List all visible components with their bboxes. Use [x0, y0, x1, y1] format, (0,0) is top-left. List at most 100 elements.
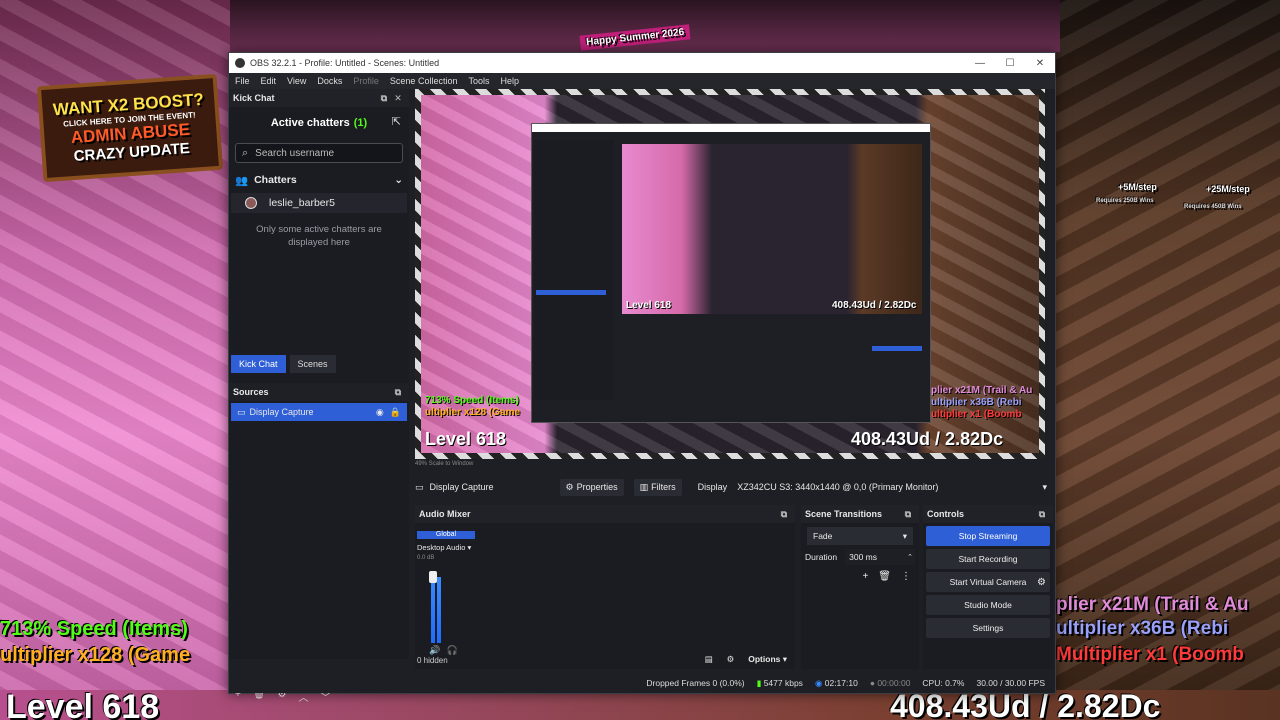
tab-scenes[interactable]: Scenes — [289, 355, 336, 373]
undock-icon[interactable]: ⧉ — [1035, 509, 1049, 520]
spinner-icon[interactable]: ⌃ — [907, 553, 913, 561]
gear-icon[interactable]: ⚙ — [727, 654, 735, 665]
close-button[interactable]: ✕ — [1025, 58, 1055, 69]
game-background-top — [230, 0, 1060, 52]
display-selector: Display XZ342CU S3: 3440x1440 @ 0,0 (Pri… — [698, 478, 1051, 496]
avatar — [245, 197, 257, 209]
menu-view[interactable]: View — [287, 76, 306, 86]
sources-dock: Sources ⧉ ▭ Display Capture ◉ 🔒 — [229, 383, 409, 643]
selected-source-name: Display Capture — [429, 482, 494, 492]
nested-titlebar — [532, 124, 930, 132]
minimize-button[interactable]: — — [965, 58, 995, 69]
add-transition-icon[interactable]: + — [862, 571, 868, 582]
fps: 30.00 / 30.00 FPS — [976, 678, 1045, 688]
global-tab[interactable]: Global — [417, 531, 475, 539]
menu-profile[interactable]: Profile — [353, 76, 379, 86]
audio-channel: Global Desktop Audio ▾ 0.0 dB — [417, 531, 475, 561]
duration-label: Duration — [805, 552, 838, 562]
more-icon[interactable]: ⋮ — [901, 571, 911, 582]
undock-icon[interactable]: ⧉ — [391, 387, 405, 398]
multiplier-overlay: ultiplier x128 (Game — [0, 644, 191, 666]
menu-tools[interactable]: Tools — [468, 76, 489, 86]
preview-trail-overlay: plier x21M (Trail & Au — [931, 385, 1033, 396]
menu-bar: File Edit View Docks Profile Scene Colle… — [229, 73, 1055, 89]
eye-icon[interactable]: ◉ — [376, 407, 384, 418]
preview-boomb-overlay: ultiplier x1 (Boomb — [931, 409, 1022, 420]
studio-mode-button[interactable]: Studio Mode — [926, 595, 1050, 615]
monitor-icon: ▭ — [237, 406, 246, 417]
gear-icon[interactable]: ⚙ — [1037, 577, 1046, 588]
lock-icon[interactable]: 🔒 — [390, 407, 401, 418]
title-bar: OBS 32.2.1 - Profile: Untitled - Scenes:… — [229, 53, 1055, 73]
tab-kick-chat[interactable]: Kick Chat — [231, 355, 286, 373]
cpu-usage: CPU: 0.7% — [922, 678, 965, 688]
chevron-down-icon: ▾ — [1042, 481, 1047, 492]
display-dropdown[interactable]: XZ342CU S3: 3440x1440 @ 0,0 (Primary Mon… — [733, 478, 1051, 496]
chatters-note: Only some active chatters are displayed … — [256, 224, 382, 248]
headphones-icon[interactable]: 🎧 — [447, 645, 458, 655]
boost-ad-sign: WANT X2 BOOST? CLICK HERE TO JOIN THE EV… — [36, 73, 224, 183]
level-overlay: Level 618 — [6, 688, 160, 720]
step-requirement: Requires 250B Wins — [1096, 198, 1154, 204]
chatters-section-header[interactable]: 👥 Chatters ⌄ — [229, 167, 409, 193]
monitor-icon: ▭ — [415, 481, 424, 492]
bitrate: ▮ 5477 kbps — [756, 677, 803, 688]
menu-edit[interactable]: Edit — [261, 76, 277, 86]
channel-name[interactable]: Desktop Audio ▾ — [417, 543, 475, 552]
controls-title: Controls — [927, 509, 964, 519]
source-item[interactable]: ▭ Display Capture ◉ 🔒 — [231, 403, 407, 421]
filters-label: Filters — [651, 482, 676, 492]
preview-level: Level 618 — [425, 429, 507, 449]
start-virtual-camera-button[interactable]: Start Virtual Camera ⚙ — [926, 572, 1050, 592]
options-menu[interactable]: Options ▾ — [748, 654, 787, 665]
controls-dock: Controls ⧉ Stop Streaming Start Recordin… — [923, 505, 1053, 669]
preview-scale-info: 49% Scale to Window — [415, 461, 474, 467]
transition-select[interactable]: Fade ▾ — [807, 527, 913, 545]
stream-time: ◉ 02:17:10 — [814, 677, 858, 688]
chatter-item[interactable]: leslie_barber5 — [231, 193, 407, 213]
gear-icon: ⚙ — [565, 481, 574, 492]
properties-button[interactable]: ⚙ Properties — [559, 478, 624, 496]
search-input[interactable]: ⌕ Search username — [235, 143, 403, 163]
maximize-button[interactable]: ☐ — [995, 58, 1025, 69]
preview-score: 408.43Ud / 2.82Dc — [851, 429, 1004, 449]
undock-icon[interactable]: ⧉ — [777, 509, 791, 520]
close-dock-icon[interactable]: ✕ — [391, 93, 405, 104]
virtual-camera-label: Start Virtual Camera — [949, 577, 1027, 587]
undock-icon[interactable]: ⧉ — [901, 509, 915, 520]
settings-button[interactable]: Settings — [926, 618, 1050, 638]
menu-scene-collection[interactable]: Scene Collection — [390, 76, 458, 86]
volume-meter[interactable] — [429, 567, 459, 643]
duration-value: 300 ms — [849, 552, 878, 562]
search-placeholder: Search username — [255, 147, 335, 159]
dock-tabs: Kick Chat Scenes — [229, 355, 409, 375]
channel-controls: 🔊 🎧 — [429, 645, 458, 656]
volume-slider-thumb[interactable] — [429, 571, 437, 583]
popout-icon[interactable]: ⇱ — [392, 115, 401, 128]
dropped-frames: Dropped Frames 0 (0.0%) — [646, 678, 745, 688]
preview-canvas[interactable]: Level 618 408.43Ud / 2.82Dc 713% Speed (… — [415, 89, 1045, 459]
menu-help[interactable]: Help — [500, 76, 519, 86]
trash-icon[interactable]: 🗑 — [878, 571, 891, 582]
menu-file[interactable]: File — [235, 76, 250, 86]
start-recording-button[interactable]: Start Recording — [926, 549, 1050, 569]
status-bar: Dropped Frames 0 (0.0%) ▮ 5477 kbps ◉ 02… — [229, 673, 1055, 693]
speaker-icon[interactable]: 🔊 — [429, 645, 440, 655]
stop-streaming-button[interactable]: Stop Streaming — [926, 526, 1050, 546]
undock-icon[interactable]: ⧉ — [377, 93, 391, 104]
chevron-down-icon: ▾ — [902, 530, 907, 541]
users-icon: 👥 — [235, 174, 249, 187]
duration-row: Duration 300 ms ⌃ — [801, 549, 919, 565]
window-title: OBS 32.2.1 - Profile: Untitled - Scenes:… — [250, 58, 440, 68]
menu-docks[interactable]: Docks — [317, 76, 342, 86]
source-toolbar: ▭ Display Capture ⚙ Properties ▥ Filters… — [415, 477, 1051, 497]
layout-icon[interactable]: ▤ — [705, 654, 713, 665]
channel-db: 0.0 dB — [417, 555, 435, 561]
filters-button[interactable]: ▥ Filters — [633, 478, 682, 496]
preview-speed-overlay: 713% Speed (Items) — [425, 395, 519, 406]
duration-input[interactable]: 300 ms ⌃ — [845, 549, 915, 565]
nested-source-row — [536, 290, 606, 295]
transition-value: Fade — [813, 531, 833, 541]
source-name: Display Capture — [249, 407, 314, 417]
sources-title: Sources — [233, 387, 269, 397]
